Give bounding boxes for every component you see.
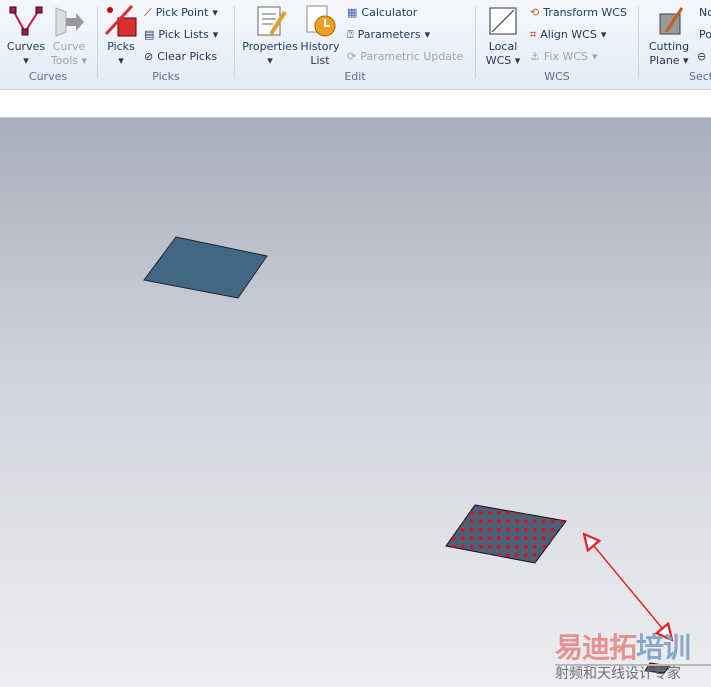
local-wcs-button[interactable]: Local WCS ▾ bbox=[482, 4, 524, 68]
group-label-picks: Picks bbox=[152, 70, 180, 83]
calculator-button[interactable]: ▦ Calculator bbox=[347, 4, 417, 22]
align-wcs-button[interactable]: ⌗ Align WCS ▾ bbox=[530, 26, 606, 44]
parametric-update-button[interactable]: ⟳ Parametric Update bbox=[347, 48, 463, 66]
align-wcs-icon: ⌗ bbox=[530, 28, 537, 41]
curve-tools-icon bbox=[55, 7, 84, 37]
group-sections: Cutting Plane ▾ No Po ⊖ Sect bbox=[639, 0, 711, 88]
curve-tools-button[interactable]: Curve Tools ▾ bbox=[50, 4, 88, 68]
picks-button[interactable]: Picks ▾ bbox=[102, 4, 140, 68]
parameters-icon: ⍰ bbox=[347, 28, 354, 41]
cutting-plane-button[interactable]: Cutting Plane ▾ bbox=[645, 4, 693, 68]
group-edit: Properties ▾ History List ▦ Calculator ⍰ Par… bbox=[235, 0, 475, 88]
scene bbox=[143, 236, 711, 674]
group-label-wcs: WCS bbox=[544, 70, 570, 83]
cutting-plane-icon bbox=[659, 7, 684, 35]
parameters-button[interactable]: ⍰ Parameters ▾ bbox=[347, 26, 430, 44]
group-label-curves: Curves bbox=[28, 70, 68, 83]
local-wcs-icon bbox=[489, 7, 517, 35]
calculator-icon: ▦ bbox=[347, 6, 358, 19]
fix-wcs-icon: ⚓ bbox=[530, 50, 540, 63]
section-option-1[interactable]: No bbox=[699, 4, 711, 22]
parametric-update-icon: ⟳ bbox=[347, 50, 357, 63]
transform-wcs-icon: ⟲ bbox=[530, 6, 540, 19]
3d-viewport[interactable] bbox=[0, 118, 711, 687]
properties-button[interactable]: Properties ▾ bbox=[239, 4, 301, 68]
watermark-logo: 易迪拓培训 射频和天线设计专家 bbox=[555, 632, 711, 682]
properties-icon bbox=[257, 6, 287, 36]
group-curves: Curves ▾ Curve Tools ▾ Curves bbox=[0, 0, 96, 88]
group-label-sections: Sect bbox=[689, 70, 711, 83]
group-wcs: Local WCS ▾ ⟲ Transform WCS ⌗ Align WCS ▾ ⚓… bbox=[476, 0, 638, 88]
distance-arrow bbox=[584, 534, 672, 640]
group-label-edit: Edit bbox=[344, 70, 366, 83]
clear-picks-button[interactable]: ⊘ Clear Picks bbox=[144, 48, 217, 66]
section-option-2[interactable]: Po bbox=[699, 26, 711, 44]
picks-icon bbox=[104, 4, 137, 37]
curves-button[interactable]: Curves ▾ bbox=[6, 4, 46, 68]
fix-wcs-button[interactable]: ⚓ Fix WCS ▾ bbox=[530, 48, 598, 66]
history-list-icon bbox=[306, 5, 336, 37]
pick-point-icon: ⟋ bbox=[144, 6, 152, 19]
minus-circle-icon[interactable]: ⊖ bbox=[697, 48, 706, 66]
pick-point-button[interactable]: ⟋ Pick Point ▾ bbox=[144, 4, 218, 22]
history-list-button[interactable]: History List bbox=[299, 4, 341, 68]
group-picks: Picks ▾ ⟋ Pick Point ▾ ▤ Pick Lists ▾ ⊘ Clear… bbox=[98, 0, 234, 88]
plate-top[interactable] bbox=[143, 236, 268, 299]
pick-lists-button[interactable]: ▤ Pick Lists ▾ bbox=[144, 26, 218, 44]
curves-icon bbox=[9, 6, 43, 36]
plate-picked[interactable] bbox=[445, 504, 567, 564]
toolbar-strip bbox=[0, 90, 711, 118]
clear-picks-icon: ⊘ bbox=[144, 50, 154, 63]
transform-wcs-button[interactable]: ⟲ Transform WCS bbox=[530, 4, 627, 22]
ribbon: Curves ▾ Curve Tools ▾ Curves Picks ▾ ⟋ Pick… bbox=[0, 0, 711, 90]
pick-lists-icon: ▤ bbox=[144, 28, 155, 41]
